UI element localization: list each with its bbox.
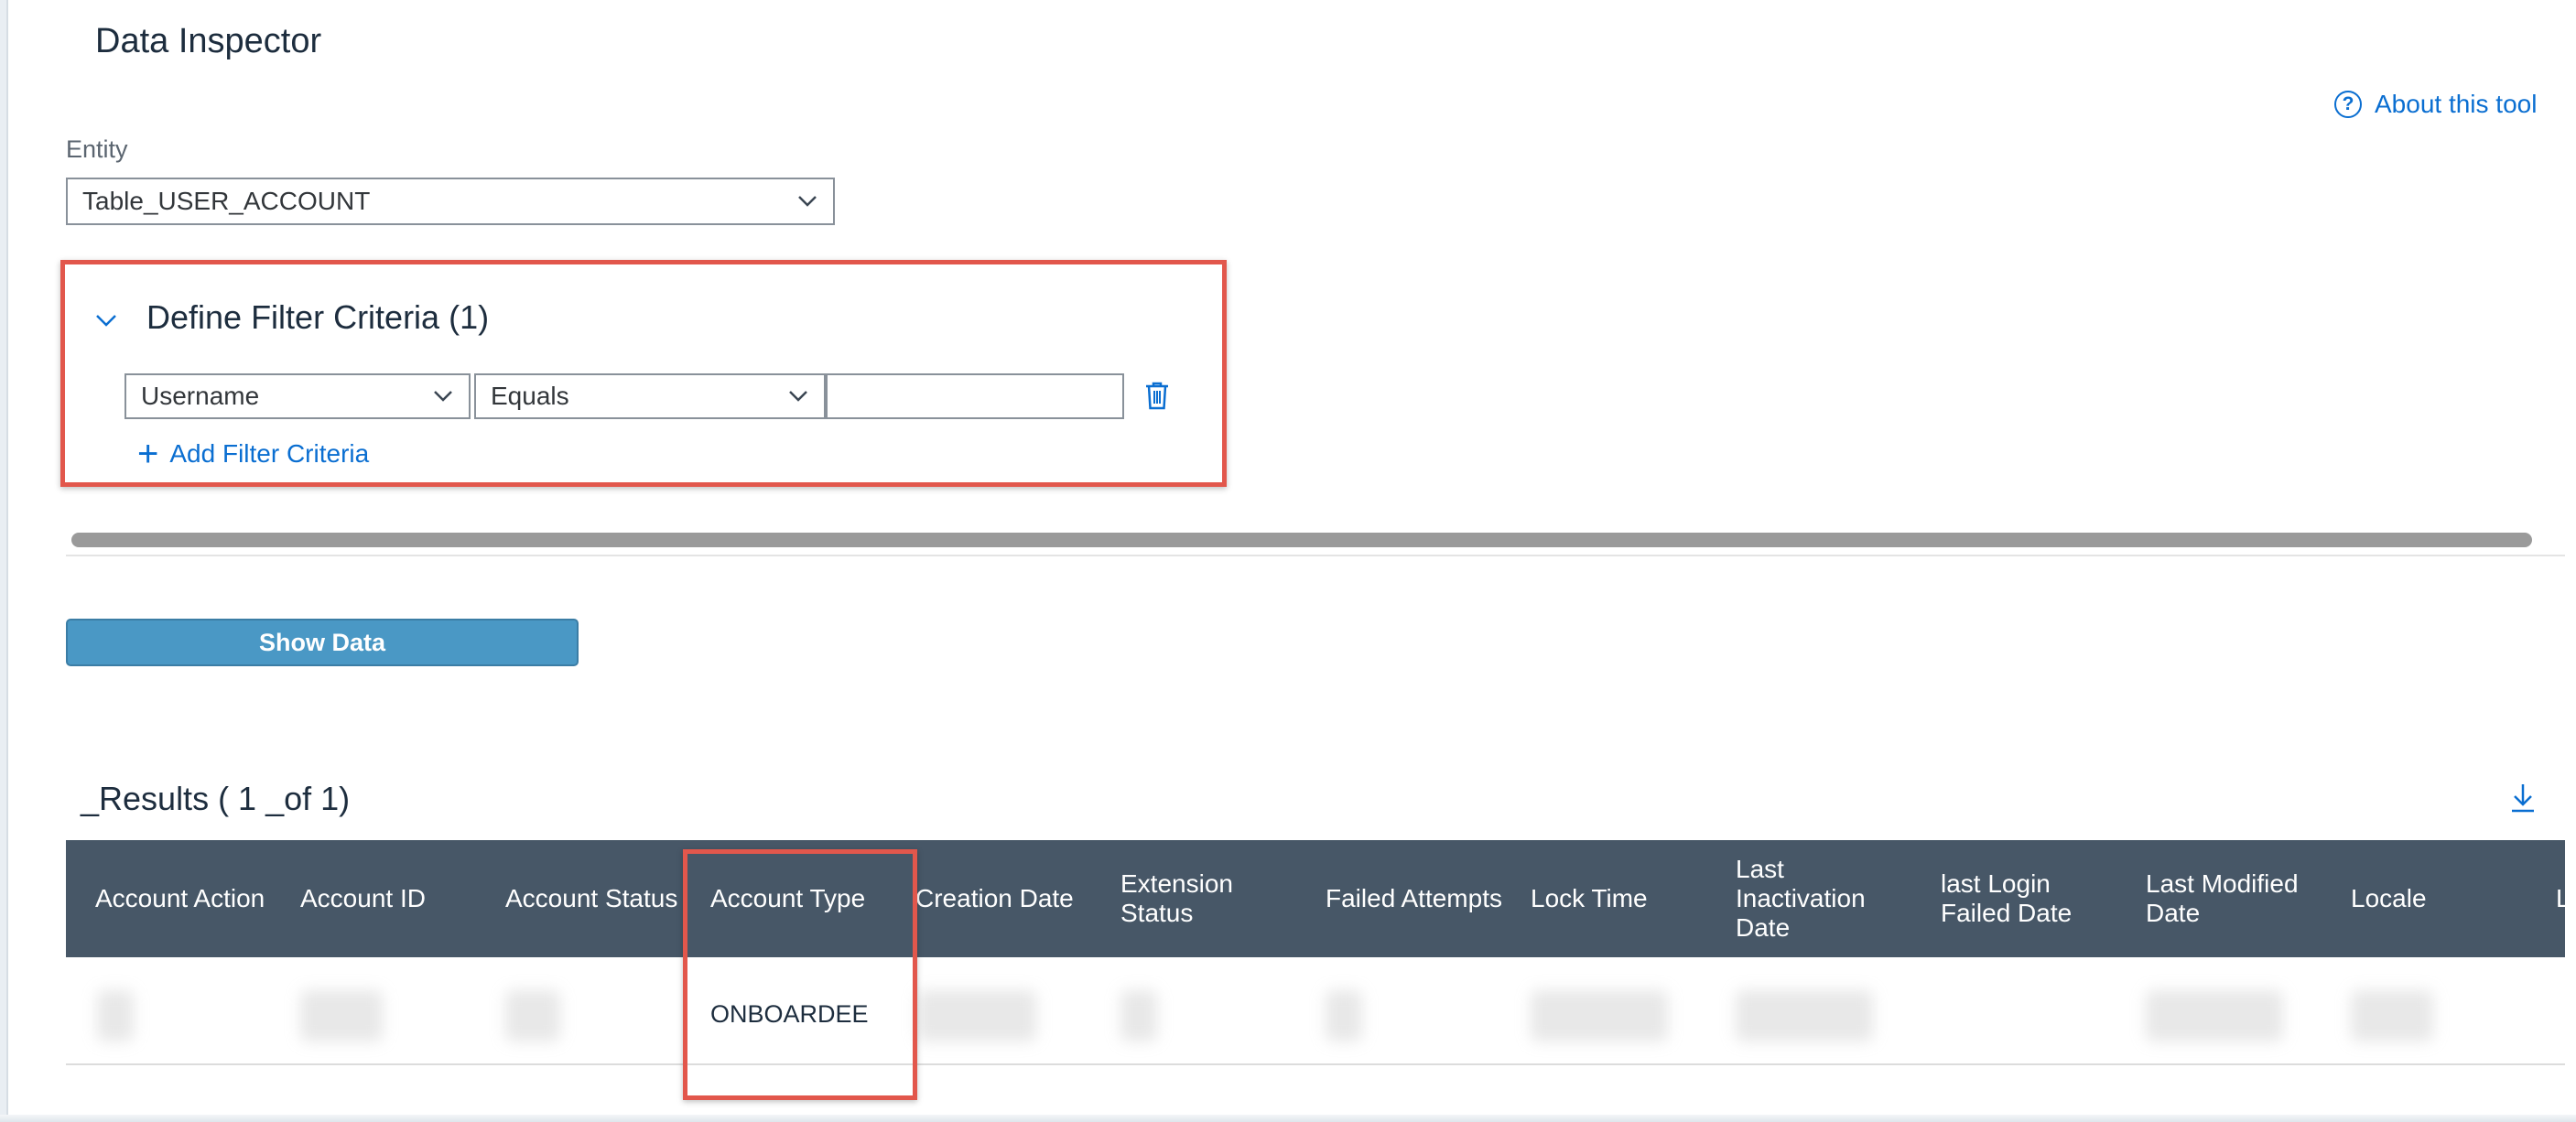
results-table-header: Account Action Account ID Account Status… [66, 840, 2565, 957]
redacted-cell [1531, 990, 1668, 1041]
redacted-cell [1736, 990, 1873, 1041]
download-icon [2512, 784, 2534, 813]
about-tool-label: About this tool [2375, 90, 2538, 118]
add-filter-label: Add Filter Criteria [169, 439, 370, 468]
redacted-cell [917, 990, 1036, 1041]
column-header-lock-time[interactable]: Lock Time [1531, 840, 1732, 957]
window-frame-bottom [0, 1115, 2576, 1122]
chevron-down-icon [773, 390, 824, 403]
redacted-cell [1120, 990, 1157, 1041]
redacted-cell [97, 990, 134, 1041]
table-row[interactable]: ONBOARDEE [66, 972, 2565, 1056]
page-title: Data Inspector [95, 22, 322, 60]
column-header-account-action[interactable]: Account Action [95, 840, 297, 957]
column-header-account-type[interactable]: Account Type [710, 840, 912, 957]
redacted-cell [1326, 990, 1362, 1041]
filter-operator-value: Equals [491, 382, 569, 410]
redacted-cell [300, 990, 383, 1041]
redacted-cell [505, 990, 560, 1041]
delete-filter-button[interactable] [1139, 377, 1175, 414]
column-header-locale[interactable]: Locale [2351, 840, 2525, 957]
redacted-cell [2146, 990, 2283, 1041]
chevron-down-icon [96, 315, 116, 327]
cell-account-type: ONBOARDEE [710, 999, 869, 1028]
add-filter-criteria-link[interactable]: + Add Filter Criteria [137, 434, 370, 474]
filter-collapse-toggle[interactable] [88, 302, 124, 339]
chevron-down-icon [782, 195, 833, 208]
column-header-last-inactivation-date[interactable]: Last Inactivation Date [1736, 840, 1937, 957]
horizontal-scrollbar[interactable] [71, 533, 2532, 547]
results-title: _Results ( 1 _of 1) [81, 780, 351, 817]
download-button[interactable] [2505, 780, 2541, 816]
filter-operator-select[interactable]: Equals [474, 373, 826, 419]
filter-value-input[interactable] [826, 373, 1124, 419]
section-divider [66, 555, 2565, 556]
about-tool-link[interactable]: ? About this tool [2334, 90, 2537, 119]
column-header-last-login-failed-date[interactable]: last Login Failed Date [1941, 840, 2142, 957]
filter-field-value: Username [141, 382, 260, 410]
column-header-account-status[interactable]: Account Status [505, 840, 709, 957]
column-header-truncated[interactable]: L [2556, 840, 2565, 957]
entity-select[interactable]: Table_USER_ACCOUNT [66, 178, 835, 225]
column-header-last-modified-date[interactable]: Last Modified Date [2146, 840, 2347, 957]
filter-section-title: Define Filter Criteria (1) [146, 298, 490, 336]
show-data-button[interactable]: Show Data [66, 619, 579, 666]
column-header-extension-status[interactable]: Extension Status [1120, 840, 1322, 957]
column-header-account-id[interactable]: Account ID [300, 840, 502, 957]
row-divider [66, 1063, 2565, 1065]
entity-label: Entity [66, 135, 128, 163]
column-header-creation-date[interactable]: Creation Date [915, 840, 1117, 957]
entity-selected-value: Table_USER_ACCOUNT [82, 187, 371, 215]
redacted-cell [2351, 990, 2433, 1041]
window-frame-left [0, 0, 8, 1122]
trash-icon [1146, 382, 1168, 410]
filter-field-select[interactable]: Username [124, 373, 471, 419]
plus-icon: + [137, 434, 159, 474]
help-circle-icon: ? [2334, 91, 2362, 118]
chevron-down-icon [417, 390, 469, 403]
column-header-failed-attempts[interactable]: Failed Attempts [1326, 840, 1529, 957]
